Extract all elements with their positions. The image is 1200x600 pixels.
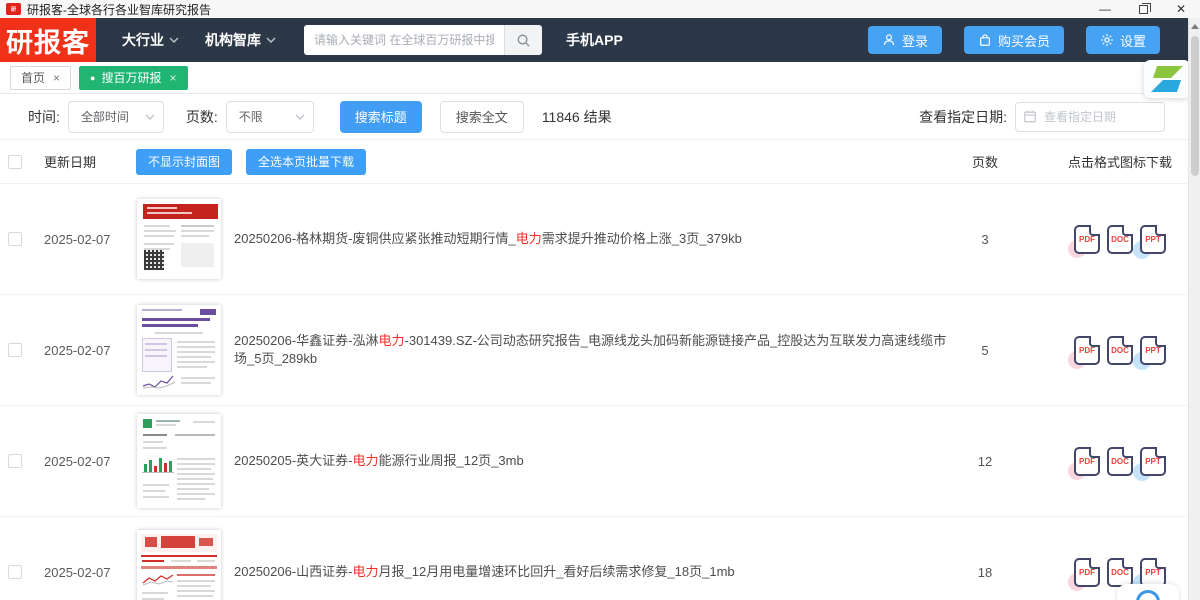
floating-app-logo[interactable] (1144, 60, 1190, 98)
search-button[interactable] (504, 25, 542, 55)
report-title-link[interactable]: 20250206-格林期货-废铜供应紧张推动短期行情_电力需求提升推动价格上涨_… (230, 230, 950, 248)
ppt-download-icon[interactable]: PPT (1140, 224, 1166, 254)
table-row: 2025-02-07 (0, 295, 1200, 406)
report-title-link[interactable]: 20250206-华鑫证券-泓淋电力-301439.SZ-公司动态研究报告_电源… (230, 332, 950, 368)
doc-download-icon[interactable]: DOC (1107, 224, 1133, 254)
pdf-download-icon[interactable]: PDF (1074, 224, 1100, 254)
date-picker-input[interactable] (1015, 101, 1165, 132)
row-pages: 3 (981, 231, 989, 247)
row-pages: 5 (981, 342, 989, 358)
active-dot-icon: ● (90, 72, 96, 83)
time-filter-label: 时间: (28, 108, 60, 125)
search-fulltext-button[interactable]: 搜索全文 (439, 100, 524, 133)
chevron-down-icon (266, 37, 276, 43)
time-filter-select[interactable]: 全部时间 (67, 100, 164, 133)
report-title-link[interactable]: 20250205-英大证券-电力能源行业周报_12页_3mb (230, 452, 950, 470)
highlight-keyword: 电力 (352, 563, 379, 579)
table-row: 2025-02-07 (0, 517, 1200, 600)
flash-logo-icon (1151, 66, 1183, 92)
row-pages: 12 (977, 453, 993, 469)
maximize-button[interactable] (1138, 2, 1151, 14)
row-date: 2025-02-07 (44, 453, 111, 469)
table-row: 2025-02-07 20250206-格林期货-废铜供应紧张推动短期行情_电力… (0, 184, 1200, 295)
login-button[interactable]: 登录 (867, 26, 942, 54)
search-icon (517, 34, 530, 47)
pages-filter-label: 页数: (185, 108, 218, 125)
ppt-download-icon[interactable]: PPT (1140, 446, 1166, 476)
gear-icon (1101, 34, 1113, 46)
window-title: 研报客-全球各行各业智库研究报告 (27, 2, 211, 17)
doc-download-icon[interactable]: DOC (1107, 557, 1133, 587)
buy-membership-button[interactable]: 购买会员 (963, 26, 1064, 54)
row-checkbox[interactable] (8, 343, 22, 357)
pdf-download-icon[interactable]: PDF (1074, 557, 1100, 587)
app-icon: 研 (6, 3, 21, 15)
search-input[interactable] (304, 25, 504, 55)
window-titlebar: 研 研报客-全球各行各业智库研究报告 — ✕ (0, 0, 1200, 18)
brand-logo[interactable]: 研报客 (0, 18, 96, 62)
pdf-download-icon[interactable]: PDF (1074, 335, 1100, 365)
ppt-download-icon[interactable]: PPT (1140, 335, 1166, 365)
ppt-download-icon[interactable]: PPT (1140, 557, 1166, 587)
select-all-checkbox[interactable] (8, 154, 22, 169)
column-pages: 页数 (971, 155, 998, 170)
floating-help-widget[interactable] (1117, 584, 1179, 600)
batch-download-button[interactable]: 全选本页批量下载 (246, 148, 367, 175)
report-title-link[interactable]: 20250206-山西证券-电力月报_12月用电量增速环比回升_看好后续需求修复… (230, 563, 950, 581)
chevron-down-icon (145, 114, 155, 120)
bag-icon (979, 34, 990, 46)
scroll-up-arrow-icon[interactable] (1191, 24, 1199, 29)
date-picker-label: 查看指定日期: (919, 108, 1007, 125)
pdf-download-icon[interactable]: PDF (1074, 446, 1100, 476)
table-row: 2025-02-07 (0, 406, 1200, 517)
row-date: 2025-02-07 (44, 564, 111, 580)
nav-thinktank-menu[interactable]: 机构智库 (205, 30, 276, 50)
tab-bar: 首页 × ● 搜百万研报 × (0, 62, 1200, 94)
tab-home[interactable]: 首页 × (10, 65, 72, 90)
row-checkbox[interactable] (8, 454, 22, 468)
column-update-date: 更新日期 (44, 155, 97, 170)
hide-cover-button[interactable]: 不显示封面图 (136, 148, 233, 175)
report-cover-thumbnail[interactable] (137, 305, 221, 395)
row-pages: 18 (977, 564, 993, 580)
app-window: 研 研报客-全球各行各业智库研究报告 — ✕ 研报客 大行业 机构智库 手机AP… (0, 0, 1200, 600)
pages-filter-select[interactable]: 不限 (225, 100, 314, 133)
chevron-down-icon (295, 114, 305, 120)
vertical-scrollbar[interactable] (1188, 18, 1200, 600)
report-cover-thumbnail[interactable] (137, 414, 221, 508)
main-header: 研报客 大行业 机构智库 手机APP 登录 购买会员 (0, 18, 1200, 62)
close-button[interactable]: ✕ (1176, 3, 1186, 15)
calendar-icon (1023, 109, 1037, 129)
table-header: 更新日期 不显示封面图 全选本页批量下载 页数 点击格式图标下载 (0, 140, 1200, 184)
result-count: 11846 结果 (541, 108, 612, 125)
minimize-button[interactable]: — (1099, 3, 1111, 15)
row-date: 2025-02-07 (44, 342, 111, 358)
row-checkbox[interactable] (8, 232, 22, 246)
filter-bar: 时间: 全部时间 页数: 不限 搜索标题 搜索全文 11846 结果 查看指定日… (0, 94, 1200, 140)
doc-download-icon[interactable]: DOC (1107, 446, 1133, 476)
chevron-down-icon (169, 37, 179, 43)
report-cover-thumbnail[interactable] (137, 199, 221, 279)
search-title-button[interactable]: 搜索标题 (339, 100, 422, 133)
column-download-hint: 点击格式图标下载 (1067, 155, 1172, 170)
scrollbar-thumb[interactable] (1191, 36, 1199, 176)
tab-search-reports[interactable]: ● 搜百万研报 × (79, 65, 188, 90)
user-icon (883, 34, 895, 45)
help-circle-icon (1136, 590, 1160, 600)
global-search (304, 25, 542, 55)
highlight-keyword: 电力 (352, 452, 379, 468)
highlight-keyword: 电力 (515, 230, 542, 246)
row-date: 2025-02-07 (44, 231, 111, 247)
doc-download-icon[interactable]: DOC (1107, 335, 1133, 365)
report-cover-thumbnail[interactable] (137, 530, 221, 600)
close-tab-icon[interactable]: × (169, 71, 176, 85)
row-checkbox[interactable] (8, 565, 22, 579)
nav-industry-menu[interactable]: 大行业 (122, 30, 179, 50)
close-tab-icon[interactable]: × (53, 71, 60, 85)
mobile-app-link[interactable]: 手机APP (566, 30, 623, 50)
highlight-keyword: 电力 (378, 332, 405, 348)
settings-button[interactable]: 设置 (1085, 26, 1160, 54)
